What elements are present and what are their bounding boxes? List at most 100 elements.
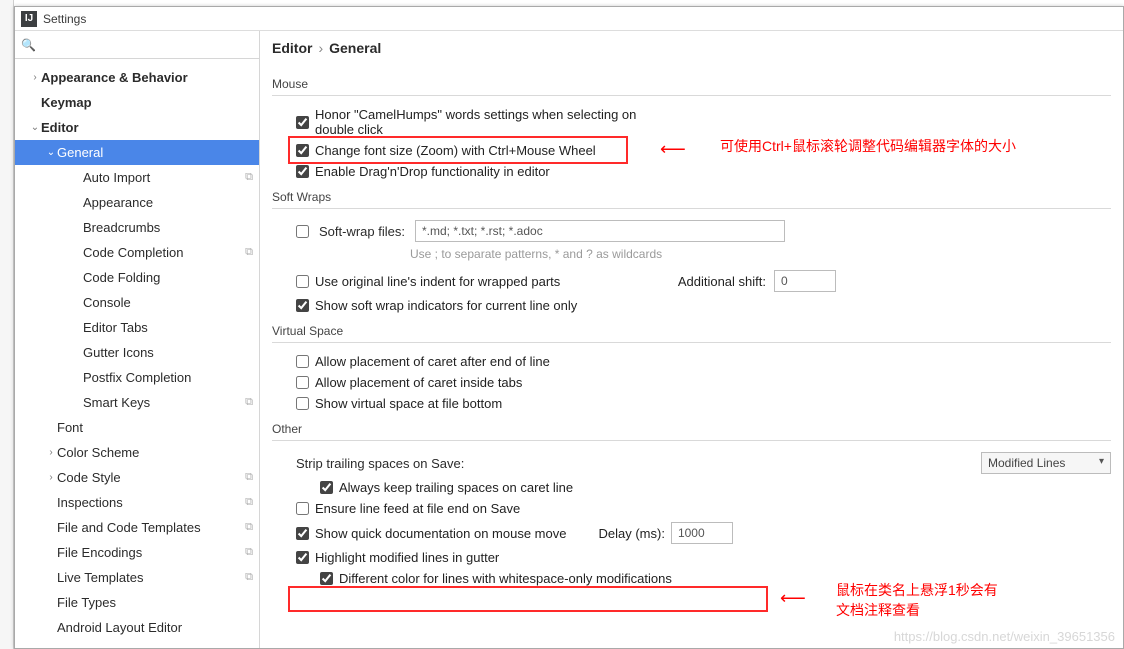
section-divider: [272, 440, 1111, 441]
tree-item-appearance-behavior[interactable]: ›Appearance & Behavior: [15, 65, 259, 90]
tree-item-editor[interactable]: ⌄Editor: [15, 115, 259, 140]
tree-item-postfix-completion[interactable]: Postfix Completion: [15, 365, 259, 390]
checkbox[interactable]: [296, 502, 309, 515]
tree-item-auto-import[interactable]: Auto Import⧉: [15, 165, 259, 190]
tree-item-code-folding[interactable]: Code Folding: [15, 265, 259, 290]
tree-item-label: Smart Keys: [83, 395, 245, 410]
search-input[interactable]: [40, 36, 253, 54]
checkbox[interactable]: [296, 551, 309, 564]
opt-caret-after-eol[interactable]: Allow placement of caret after end of li…: [260, 351, 1123, 372]
chevron-icon: ⌄: [45, 147, 57, 158]
opt-softwrap-files[interactable]: Soft-wrap files:: [260, 217, 1123, 245]
tree-item-general[interactable]: ⌄General: [15, 140, 259, 165]
tree-item-label: Postfix Completion: [83, 370, 253, 385]
opt-show-softwrap-indicators[interactable]: Show soft wrap indicators for current li…: [260, 295, 1123, 316]
search-icon: 🔍: [21, 38, 36, 52]
tree-item-file-and-code-templates[interactable]: File and Code Templates⧉: [15, 515, 259, 540]
tree-item-console[interactable]: Console: [15, 290, 259, 315]
tree-item-keymap[interactable]: Keymap: [15, 90, 259, 115]
opt-label: Show quick documentation on mouse move: [315, 526, 566, 541]
chevron-icon: ›: [45, 447, 57, 458]
tree-item-label: Code Completion: [83, 245, 245, 260]
additional-shift-input[interactable]: [774, 270, 836, 292]
scope-icon: ⧉: [245, 171, 253, 184]
opt-label: Highlight modified lines in gutter: [315, 550, 499, 565]
breadcrumb-sep: ›: [318, 40, 323, 56]
section-divider: [272, 208, 1111, 209]
app-icon: IJ: [21, 11, 37, 27]
scope-icon: ⧉: [245, 546, 253, 559]
checkbox[interactable]: [296, 165, 309, 178]
opt-quick-doc[interactable]: Show quick documentation on mouse move D…: [260, 519, 1123, 547]
section-title-vspace: Virtual Space: [260, 316, 1123, 342]
sidebar: 🔍 ›Appearance & BehaviorKeymap⌄Editor⌄Ge…: [15, 31, 260, 648]
checkbox[interactable]: [296, 397, 309, 410]
opt-honor-camelhumps[interactable]: Honor "CamelHumps" words settings when s…: [260, 104, 1123, 140]
checkbox[interactable]: [296, 355, 309, 368]
external-edge-fragment: [0, 0, 14, 649]
scope-icon: ⧉: [245, 496, 253, 509]
checkbox[interactable]: [296, 299, 309, 312]
section-divider: [272, 95, 1111, 96]
opt-label: Ensure line feed at file end on Save: [315, 501, 520, 516]
opt-use-original-indent[interactable]: Use original line's indent for wrapped p…: [260, 267, 1123, 295]
tree-item-label: Gutter Icons: [83, 345, 253, 360]
tree-item-inspections[interactable]: Inspections⧉: [15, 490, 259, 515]
tree-item-file-types[interactable]: File Types: [15, 590, 259, 615]
breadcrumb-leaf: General: [329, 40, 381, 56]
checkbox[interactable]: [320, 481, 333, 494]
tree-item-code-style[interactable]: ›Code Style⧉: [15, 465, 259, 490]
settings-tree[interactable]: ›Appearance & BehaviorKeymap⌄Editor⌄Gene…: [15, 59, 259, 648]
breadcrumb: Editor › General: [260, 31, 1123, 65]
tree-item-color-scheme[interactable]: ›Color Scheme: [15, 440, 259, 465]
opt-diff-color-whitespace[interactable]: Different color for lines with whitespac…: [260, 568, 1123, 589]
tree-item-appearance[interactable]: Appearance: [15, 190, 259, 215]
tree-item-font[interactable]: Font: [15, 415, 259, 440]
opt-label: Always keep trailing spaces on caret lin…: [339, 480, 573, 495]
settings-window: IJ Settings 🔍 ›Appearance & BehaviorKeym…: [14, 6, 1124, 649]
tree-item-file-encodings[interactable]: File Encodings⧉: [15, 540, 259, 565]
opt-ensure-lf[interactable]: Ensure line feed at file end on Save: [260, 498, 1123, 519]
tree-item-editor-tabs[interactable]: Editor Tabs: [15, 315, 259, 340]
opt-enable-dnd[interactable]: Enable Drag'n'Drop functionality in edit…: [260, 161, 1123, 182]
opt-label: Use original line's indent for wrapped p…: [315, 274, 560, 289]
section-title-other: Other: [260, 414, 1123, 440]
opt-caret-inside-tabs[interactable]: Allow placement of caret inside tabs: [260, 372, 1123, 393]
opt-label: Show virtual space at file bottom: [315, 396, 502, 411]
opt-keep-trailing-caret[interactable]: Always keep trailing spaces on caret lin…: [260, 477, 1123, 498]
opt-label: Change font size (Zoom) with Ctrl+Mouse …: [315, 143, 596, 158]
checkbox[interactable]: [320, 572, 333, 585]
opt-virtual-space-bottom[interactable]: Show virtual space at file bottom: [260, 393, 1123, 414]
delay-input[interactable]: [671, 522, 733, 544]
tree-item-label: File Types: [57, 595, 253, 610]
main-pane: Editor › General Mouse Honor "CamelHumps…: [260, 31, 1123, 648]
tree-item-label: Breadcrumbs: [83, 220, 253, 235]
softwrap-files-input[interactable]: [415, 220, 785, 242]
opt-change-font-zoom[interactable]: Change font size (Zoom) with Ctrl+Mouse …: [260, 140, 1123, 161]
checkbox[interactable]: [296, 116, 309, 129]
tree-item-label: Color Scheme: [57, 445, 253, 460]
tree-item-label: Live Templates: [57, 570, 245, 585]
tree-item-gutter-icons[interactable]: Gutter Icons: [15, 340, 259, 365]
strip-label: Strip trailing spaces on Save:: [296, 456, 464, 471]
settings-body[interactable]: Mouse Honor "CamelHumps" words settings …: [260, 65, 1123, 648]
checkbox[interactable]: [296, 275, 309, 288]
tree-item-android-layout-editor[interactable]: Android Layout Editor: [15, 615, 259, 640]
tree-item-code-completion[interactable]: Code Completion⧉: [15, 240, 259, 265]
section-title-mouse: Mouse: [260, 69, 1123, 95]
checkbox[interactable]: [296, 144, 309, 157]
scope-icon: ⧉: [245, 521, 253, 534]
window-title: Settings: [43, 12, 86, 26]
breadcrumb-root: Editor: [272, 40, 312, 56]
tree-item-label: Font: [57, 420, 253, 435]
opt-highlight-modified[interactable]: Highlight modified lines in gutter: [260, 547, 1123, 568]
tree-item-breadcrumbs[interactable]: Breadcrumbs: [15, 215, 259, 240]
search-row: 🔍: [15, 31, 259, 59]
checkbox[interactable]: [296, 225, 309, 238]
tree-item-label: Inspections: [57, 495, 245, 510]
tree-item-live-templates[interactable]: Live Templates⧉: [15, 565, 259, 590]
checkbox[interactable]: [296, 376, 309, 389]
tree-item-smart-keys[interactable]: Smart Keys⧉: [15, 390, 259, 415]
checkbox[interactable]: [296, 527, 309, 540]
strip-select[interactable]: Modified Lines: [981, 452, 1111, 474]
